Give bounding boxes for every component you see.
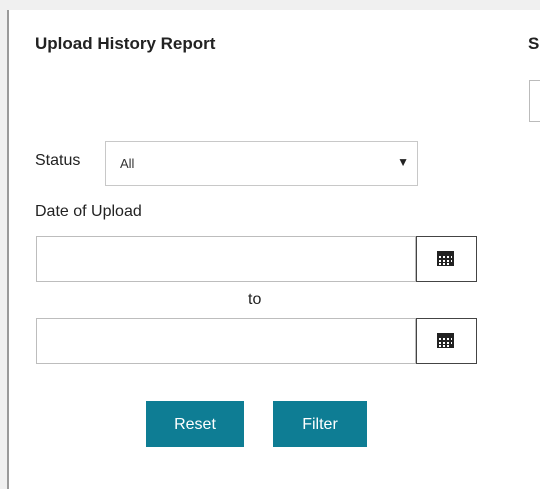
calendar-icon bbox=[437, 251, 454, 266]
calendar-icon bbox=[437, 333, 454, 348]
clipped-heading: S bbox=[528, 34, 540, 53]
status-label: Status bbox=[35, 152, 81, 169]
date-range-separator: to bbox=[248, 291, 262, 308]
chevron-down-icon: ▼ bbox=[397, 155, 409, 169]
page-title: Upload History Report bbox=[35, 34, 216, 53]
filter-button[interactable]: Filter bbox=[273, 401, 367, 447]
reset-button[interactable]: Reset bbox=[146, 401, 244, 447]
date-from-input[interactable] bbox=[36, 236, 416, 282]
date-to-calendar-button[interactable] bbox=[416, 318, 477, 364]
clipped-field[interactable] bbox=[529, 80, 540, 122]
status-select[interactable]: All ▼ bbox=[105, 141, 418, 186]
date-of-upload-label: Date of Upload bbox=[35, 203, 142, 220]
date-from-calendar-button[interactable] bbox=[416, 236, 477, 282]
status-selected-value: All bbox=[120, 156, 135, 171]
page: Upload History Report S Status All ▼ Dat… bbox=[0, 0, 540, 489]
date-to-input[interactable] bbox=[36, 318, 416, 364]
